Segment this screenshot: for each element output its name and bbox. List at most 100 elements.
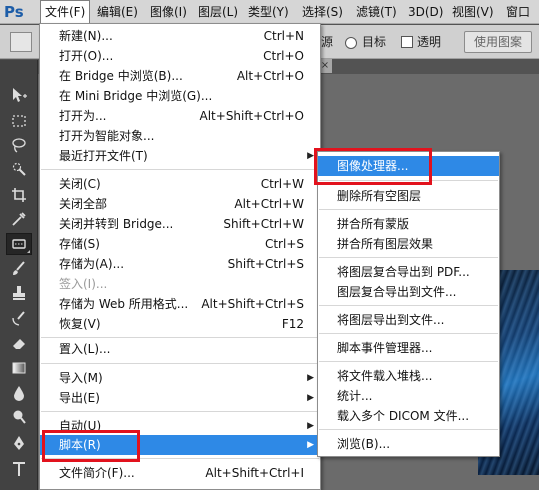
menu-item-save-for-web[interactable]: 存储为 Web 所用格式... Alt+Shift+Ctrl+S	[40, 294, 320, 314]
gradient-icon	[12, 362, 26, 374]
crop-tool[interactable]	[6, 184, 32, 206]
move-tool[interactable]	[6, 84, 32, 106]
menu-separator	[319, 429, 498, 430]
menu-item-check-in: 签入(I)...	[59, 277, 108, 291]
menu-item-close[interactable]: 关闭(C) Ctrl+W	[40, 174, 320, 194]
menu-select[interactable]: 选择(S)	[302, 0, 343, 24]
move-icon	[13, 88, 27, 102]
menu-item-revert[interactable]: 恢复(V) F12	[40, 314, 320, 334]
menu-item-browse-mini-bridge[interactable]: 在 Mini Bridge 中浏览(G)...	[40, 86, 320, 106]
menu-type[interactable]: 类型(Y)	[248, 0, 289, 24]
submenu-item-delete-empty-layers[interactable]: 删除所有空图层	[318, 186, 499, 206]
menu-item-open-as[interactable]: 打开为... Alt+Shift+Ctrl+O	[40, 106, 320, 126]
menu-item-close-go-bridge[interactable]: 关闭并转到 Bridge... Shift+Ctrl+W	[40, 214, 320, 234]
marquee-icon	[12, 115, 26, 127]
menu-separator	[319, 305, 498, 306]
tool-preset-icon[interactable]	[10, 32, 32, 52]
eraser-tool[interactable]	[6, 332, 32, 354]
menu-3d[interactable]: 3D(D)	[408, 0, 443, 24]
menu-item-new[interactable]: 新建(N)... Ctrl+N	[40, 26, 320, 46]
crop-icon	[12, 188, 26, 202]
blur-tool[interactable]	[6, 382, 32, 404]
pen-tool[interactable]	[6, 432, 32, 454]
submenu-item-export-layers[interactable]: 将图层导出到文件...	[318, 310, 499, 330]
submenu-arrow-icon: ▶	[307, 151, 314, 161]
stamp-icon	[13, 286, 25, 300]
menu-bar: Ps 文件(F) 编辑(E) 图像(I) 图层(L) 类型(Y) 选择(S) 滤…	[0, 0, 539, 25]
submenu-arrow-icon: ▶	[307, 373, 314, 383]
menu-separator	[41, 363, 319, 364]
annotation-highlight-scripts	[42, 430, 140, 462]
menu-item-place[interactable]: 置入(L)...	[40, 339, 320, 359]
menu-separator	[41, 337, 319, 338]
menu-item-import[interactable]: 导入(M) ▶	[40, 368, 320, 388]
submenu-arrow-icon: ▶	[307, 440, 314, 450]
pen-icon	[14, 436, 24, 450]
file-menu-dropdown: 新建(N)... Ctrl+N 打开(O)... Ctrl+O 在 Bridge 中…	[39, 23, 321, 490]
dodge-tool[interactable]	[6, 406, 32, 428]
menu-window[interactable]: 窗口	[506, 0, 530, 24]
lasso-icon	[12, 138, 26, 153]
submenu-item-load-dicom[interactable]: 载入多个 DICOM 文件...	[318, 406, 499, 426]
menu-layer[interactable]: 图层(L)	[198, 0, 238, 24]
menu-item-file-info[interactable]: 文件简介(F)... Alt+Shift+Ctrl+I	[40, 463, 320, 483]
menu-separator	[319, 361, 498, 362]
eyedropper-icon	[12, 212, 26, 226]
menu-item-save-as[interactable]: 存储为(A)... Shift+Ctrl+S	[40, 254, 320, 274]
history-brush-icon	[12, 311, 25, 326]
submenu-item-statistics[interactable]: 统计...	[318, 386, 499, 406]
menu-image[interactable]: 图像(I)	[150, 0, 187, 24]
brush-icon	[13, 261, 25, 275]
submenu-item-comps-to-files[interactable]: 图层复合导出到文件...	[318, 282, 499, 302]
marquee-tool[interactable]	[6, 110, 32, 132]
type-tool[interactable]	[6, 458, 32, 480]
menu-item-open[interactable]: 打开(O)... Ctrl+O	[40, 46, 320, 66]
menu-file[interactable]: 文件(F)	[40, 0, 90, 25]
type-icon	[13, 462, 25, 476]
brush-tool[interactable]	[6, 258, 32, 280]
menu-item-recent-files[interactable]: 最近打开文件(T) ▶	[40, 146, 320, 166]
menu-item-export[interactable]: 导出(E) ▶	[40, 388, 320, 408]
eyedropper-tool[interactable]	[6, 208, 32, 230]
stamp-tool[interactable]	[6, 282, 32, 304]
tools-panel	[0, 60, 38, 490]
use-pattern-button[interactable]: 使用图案	[464, 31, 532, 53]
menu-separator	[319, 257, 498, 258]
menu-item-close-all[interactable]: 关闭全部 Alt+Ctrl+W	[40, 194, 320, 214]
submenu-item-flatten-masks[interactable]: 拼合所有蒙版	[318, 214, 499, 234]
patch-tool[interactable]	[6, 233, 32, 255]
submenu-arrow-icon: ▶	[307, 421, 314, 431]
menu-filter[interactable]: 滤镜(T)	[356, 0, 397, 24]
history-brush-tool[interactable]	[6, 308, 32, 330]
menu-item-open-smart-object[interactable]: 打开为智能对象...	[40, 126, 320, 146]
menu-item-browse-bridge[interactable]: 在 Bridge 中浏览(B)... Alt+Ctrl+O	[40, 66, 320, 86]
submenu-arrow-icon: ▶	[307, 393, 314, 403]
photoshop-logo: Ps	[4, 3, 24, 21]
submenu-item-flatten-layer-effects[interactable]: 拼合所有图层效果	[318, 234, 499, 254]
submenu-item-script-events-manager[interactable]: 脚本事件管理器...	[318, 338, 499, 358]
submenu-item-load-into-stack[interactable]: 将文件载入堆栈...	[318, 366, 499, 386]
menu-separator	[41, 411, 319, 412]
blur-icon	[14, 386, 24, 401]
lasso-tool[interactable]	[6, 134, 32, 156]
target-radio[interactable]	[345, 37, 357, 49]
scripts-submenu: 图像处理器... 删除所有空图层 拼合所有蒙版 拼合所有图层效果 将图层复合导出…	[317, 151, 500, 457]
eraser-icon	[13, 339, 25, 349]
dodge-icon	[13, 410, 26, 424]
transparent-label: 透明	[417, 35, 442, 49]
quick-select-tool[interactable]	[6, 158, 32, 180]
menu-separator	[319, 333, 498, 334]
annotation-highlight-image-processor	[314, 148, 432, 185]
menu-separator	[41, 169, 319, 170]
menu-view[interactable]: 视图(V)	[452, 0, 494, 24]
patch-icon	[12, 239, 26, 249]
menu-separator	[319, 209, 498, 210]
transparent-checkbox[interactable]	[401, 36, 413, 48]
submenu-item-comps-to-pdf[interactable]: 将图层复合导出到 PDF...	[318, 262, 499, 282]
submenu-item-browse[interactable]: 浏览(B)...	[318, 434, 499, 454]
menu-item-save[interactable]: 存储(S) Ctrl+S	[40, 234, 320, 254]
gradient-tool[interactable]	[6, 357, 32, 379]
target-label: 目标	[362, 35, 387, 49]
menu-edit[interactable]: 编辑(E)	[97, 0, 138, 24]
quick-select-icon	[12, 162, 26, 176]
